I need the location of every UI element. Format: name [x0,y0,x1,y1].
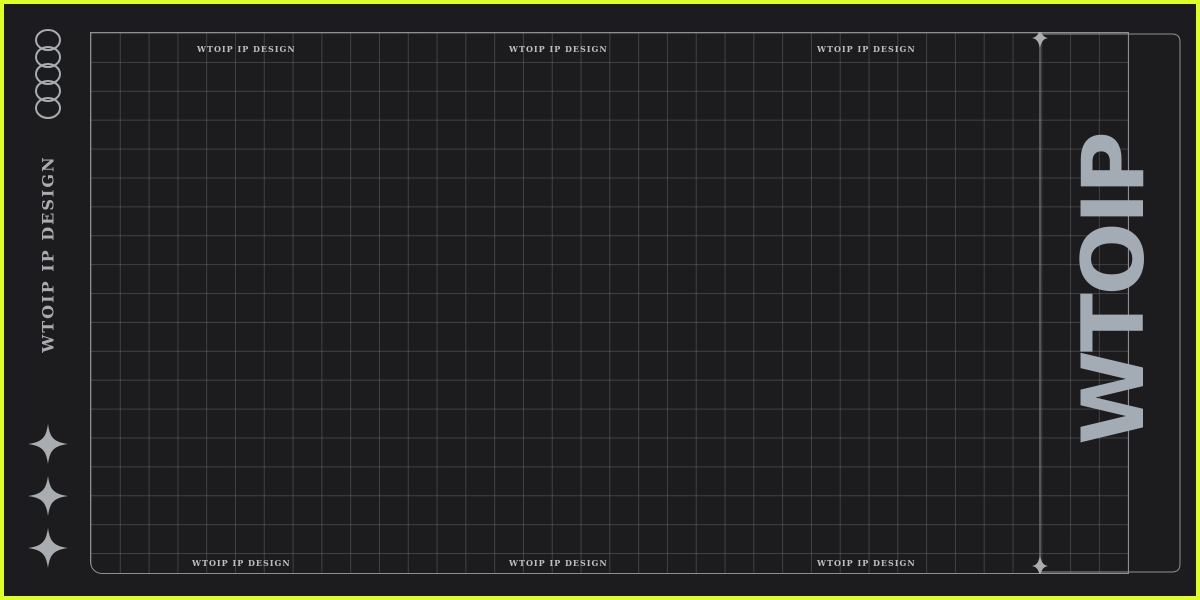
grid-caption-bottom: WTOIP IP DESIGN [509,558,608,568]
sparkle-icon [28,528,68,568]
grid-caption-top: WTOIP IP DESIGN [509,44,608,54]
big-vertical-word: WTOIP [1064,133,1164,445]
grid-caption-bottom: WTOIP IP DESIGN [817,558,916,568]
sparkle-icon [28,424,68,464]
grid-caption-top: WTOIP IP DESIGN [817,44,916,54]
grid-panel: WTOIP IP DESIGN WTOIP IP DESIGN WTOIP IP… [90,32,1129,574]
grid-caption-bottom: WTOIP IP DESIGN [192,558,291,568]
side-vertical-title: WTOIP IP DESIGN [38,155,58,353]
grid-caption-top: WTOIP IP DESIGN [197,44,296,54]
poster-canvas: WTOIP IP DESIGN WTOIP IP DESIGN WTOIP IP… [4,4,1196,596]
sparkle-icon [28,476,68,516]
interlocking-rings-icon [35,29,61,119]
